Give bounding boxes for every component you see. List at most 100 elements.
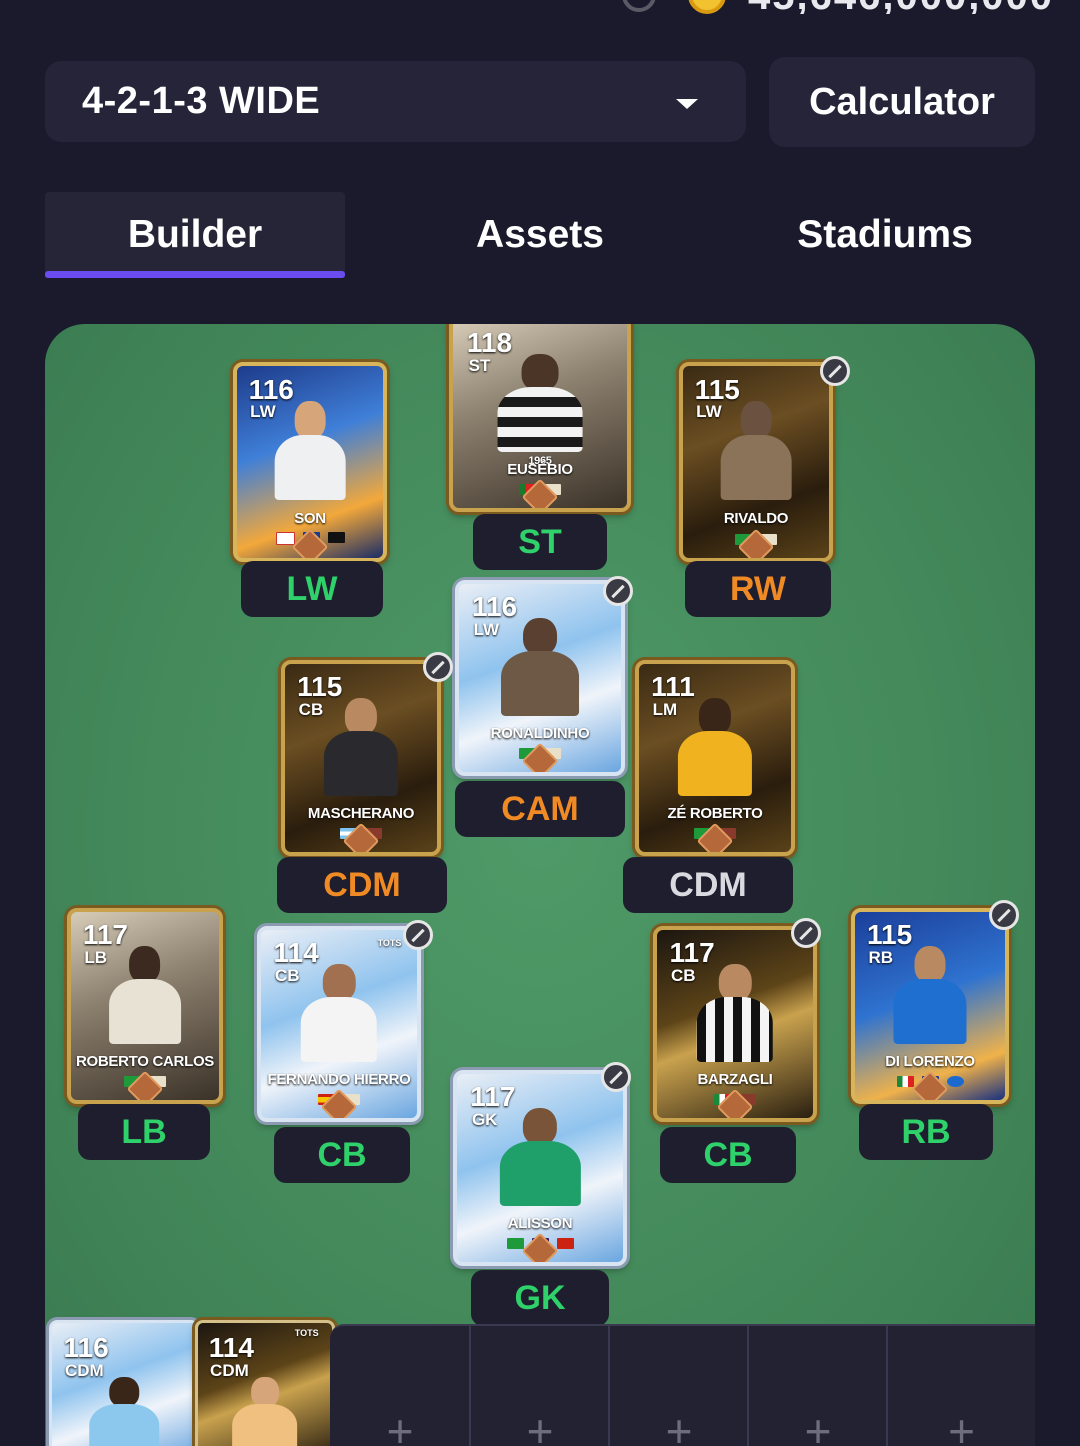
slot-label-rb[interactable]: RB — [859, 1104, 993, 1160]
player-rating: 117 — [669, 937, 715, 969]
nation-flag-icon — [275, 531, 295, 545]
player-photo — [887, 945, 974, 1044]
slot-label-rw[interactable]: RW — [685, 561, 831, 617]
player-card-lw[interactable]: 116 LW SON — [233, 362, 387, 562]
promo-tag: TOTS — [377, 937, 402, 948]
player-position: LW — [473, 619, 500, 639]
player-photo — [671, 697, 759, 796]
player-rating: 115 — [867, 919, 913, 951]
player-card-cb-left[interactable]: 114 CB TOTS FERNANDO HIERRO — [257, 926, 421, 1122]
slot-label-cdm-right[interactable]: CDM — [623, 857, 793, 913]
bench-slot-empty[interactable]: + — [330, 1324, 470, 1446]
player-position: LW — [696, 402, 722, 422]
player-name: BARZAGLI — [697, 1070, 773, 1088]
player-name: FERNANDO HIERRO — [267, 1070, 411, 1088]
player-rating: 115 — [297, 671, 343, 703]
player-position: GK — [471, 1109, 498, 1129]
player-photo — [317, 697, 405, 796]
tab-stadiums[interactable]: Stadiums — [735, 192, 1035, 278]
slot-label-lb[interactable]: LB — [78, 1104, 210, 1160]
promo-tag: TOTS — [294, 1328, 319, 1339]
circle-icon — [622, 0, 656, 12]
player-rating: 117 — [82, 919, 128, 951]
player-photo — [226, 1376, 304, 1446]
plus-icon: + — [804, 1405, 832, 1446]
player-card-cam[interactable]: 116 LW RONALDINHO — [455, 580, 625, 776]
slot-label-cb-left[interactable]: CB — [274, 1127, 410, 1183]
plus-icon: + — [948, 1405, 975, 1446]
club-badge-icon — [327, 531, 345, 543]
player-photo — [294, 963, 384, 1062]
bench-card-1[interactable]: 116 CDM — [49, 1320, 199, 1446]
player-rating: 115 — [694, 373, 740, 405]
player-photo — [490, 353, 591, 452]
player-rating: 116 — [248, 373, 294, 405]
slot-label-cb-right[interactable]: CB — [660, 1127, 796, 1183]
nation-flag-icon — [896, 1075, 914, 1087]
slot-label-cdm-left[interactable]: CDM — [277, 857, 447, 913]
player-card-gk[interactable]: 117 GK ALISSON — [453, 1070, 627, 1266]
bench-slot-empty[interactable]: + — [608, 1324, 748, 1446]
bench-card-2[interactable]: 114 CDM TOTS — [195, 1320, 335, 1446]
player-photo — [493, 617, 587, 716]
player-card-lb[interactable]: 117 LB ROBERTO CARLOS — [67, 908, 223, 1104]
slot-label-cam[interactable]: CAM — [455, 781, 625, 837]
player-card-rb[interactable]: 115 RB DI LORENZO — [851, 908, 1009, 1104]
top-status-bar: 45,646,000,000 — [0, 0, 1080, 14]
coins-value: 45,646,000,000 — [748, 0, 1054, 14]
player-position: ST — [468, 355, 491, 375]
squad-pitch: 116 LW SON LW 118 ST 1965 EUSÉBIO ST 115… — [45, 324, 1035, 1446]
untradeable-icon — [601, 1062, 631, 1092]
active-tab-indicator — [45, 271, 345, 278]
player-photo — [268, 400, 353, 501]
plus-icon: + — [665, 1405, 693, 1446]
tab-builder[interactable]: Builder — [45, 192, 345, 278]
chevron-down-icon — [676, 99, 698, 109]
player-name: ZÉ ROBERTO — [667, 804, 763, 822]
tab-assets[interactable]: Assets — [390, 192, 690, 278]
player-name: EUSÉBIO — [507, 460, 573, 478]
player-card-cdm-left[interactable]: 115 CB MASCHERANO — [281, 660, 441, 856]
slot-label-st[interactable]: ST — [473, 514, 607, 570]
tab-stadiums-label: Stadiums — [797, 213, 973, 256]
player-name: SON — [294, 510, 326, 528]
player-card-cb-right[interactable]: 117 CB BARZAGLI — [653, 926, 817, 1122]
player-photo — [102, 945, 188, 1044]
player-rating: 116 — [471, 591, 518, 623]
club-badge-icon — [946, 1075, 964, 1087]
untradeable-icon — [423, 652, 453, 682]
tab-assets-label: Assets — [476, 213, 604, 256]
player-name: ROBERTO CARLOS — [75, 1052, 215, 1070]
coin-icon — [688, 0, 726, 14]
player-photo — [492, 1107, 588, 1206]
player-position: LB — [84, 947, 107, 967]
player-card-st[interactable]: 118 ST 1965 EUSÉBIO — [449, 324, 631, 512]
player-card-rw[interactable]: 115 LW RIVALDO — [679, 362, 833, 562]
formation-value: 4-2-1-3 WIDE — [82, 80, 321, 122]
player-rating: 116 — [63, 1331, 109, 1363]
player-rating: 111 — [651, 671, 695, 703]
untradeable-icon — [820, 356, 850, 386]
untradeable-icon — [791, 918, 821, 948]
bench-slot-empty[interactable]: + — [886, 1324, 1035, 1446]
player-name: MASCHERANO — [307, 804, 415, 822]
player-position: CB — [671, 965, 696, 985]
tab-builder-label: Builder — [127, 213, 263, 256]
player-rating: 114 — [208, 1331, 254, 1363]
player-name: DI LORENZO — [885, 1052, 975, 1070]
player-rating: 114 — [273, 937, 319, 969]
slot-label-gk[interactable]: GK — [471, 1270, 609, 1326]
player-position: LW — [250, 402, 276, 422]
player-name: ALISSON — [507, 1214, 573, 1232]
formation-select[interactable]: 4-2-1-3 WIDE — [45, 61, 746, 142]
plus-icon: + — [526, 1405, 554, 1446]
player-photo — [690, 963, 780, 1062]
calculator-button[interactable]: Calculator — [769, 57, 1035, 147]
bench-slot-empty[interactable]: + — [747, 1324, 887, 1446]
club-badge-icon — [556, 1237, 574, 1249]
player-card-cdm-right[interactable]: 111 LM ZÉ ROBERTO — [635, 660, 795, 856]
player-rating: 117 — [470, 1081, 516, 1113]
player-rating: 118 — [466, 327, 513, 359]
bench-slot-empty[interactable]: + — [469, 1324, 609, 1446]
slot-label-lw[interactable]: LW — [241, 561, 383, 617]
